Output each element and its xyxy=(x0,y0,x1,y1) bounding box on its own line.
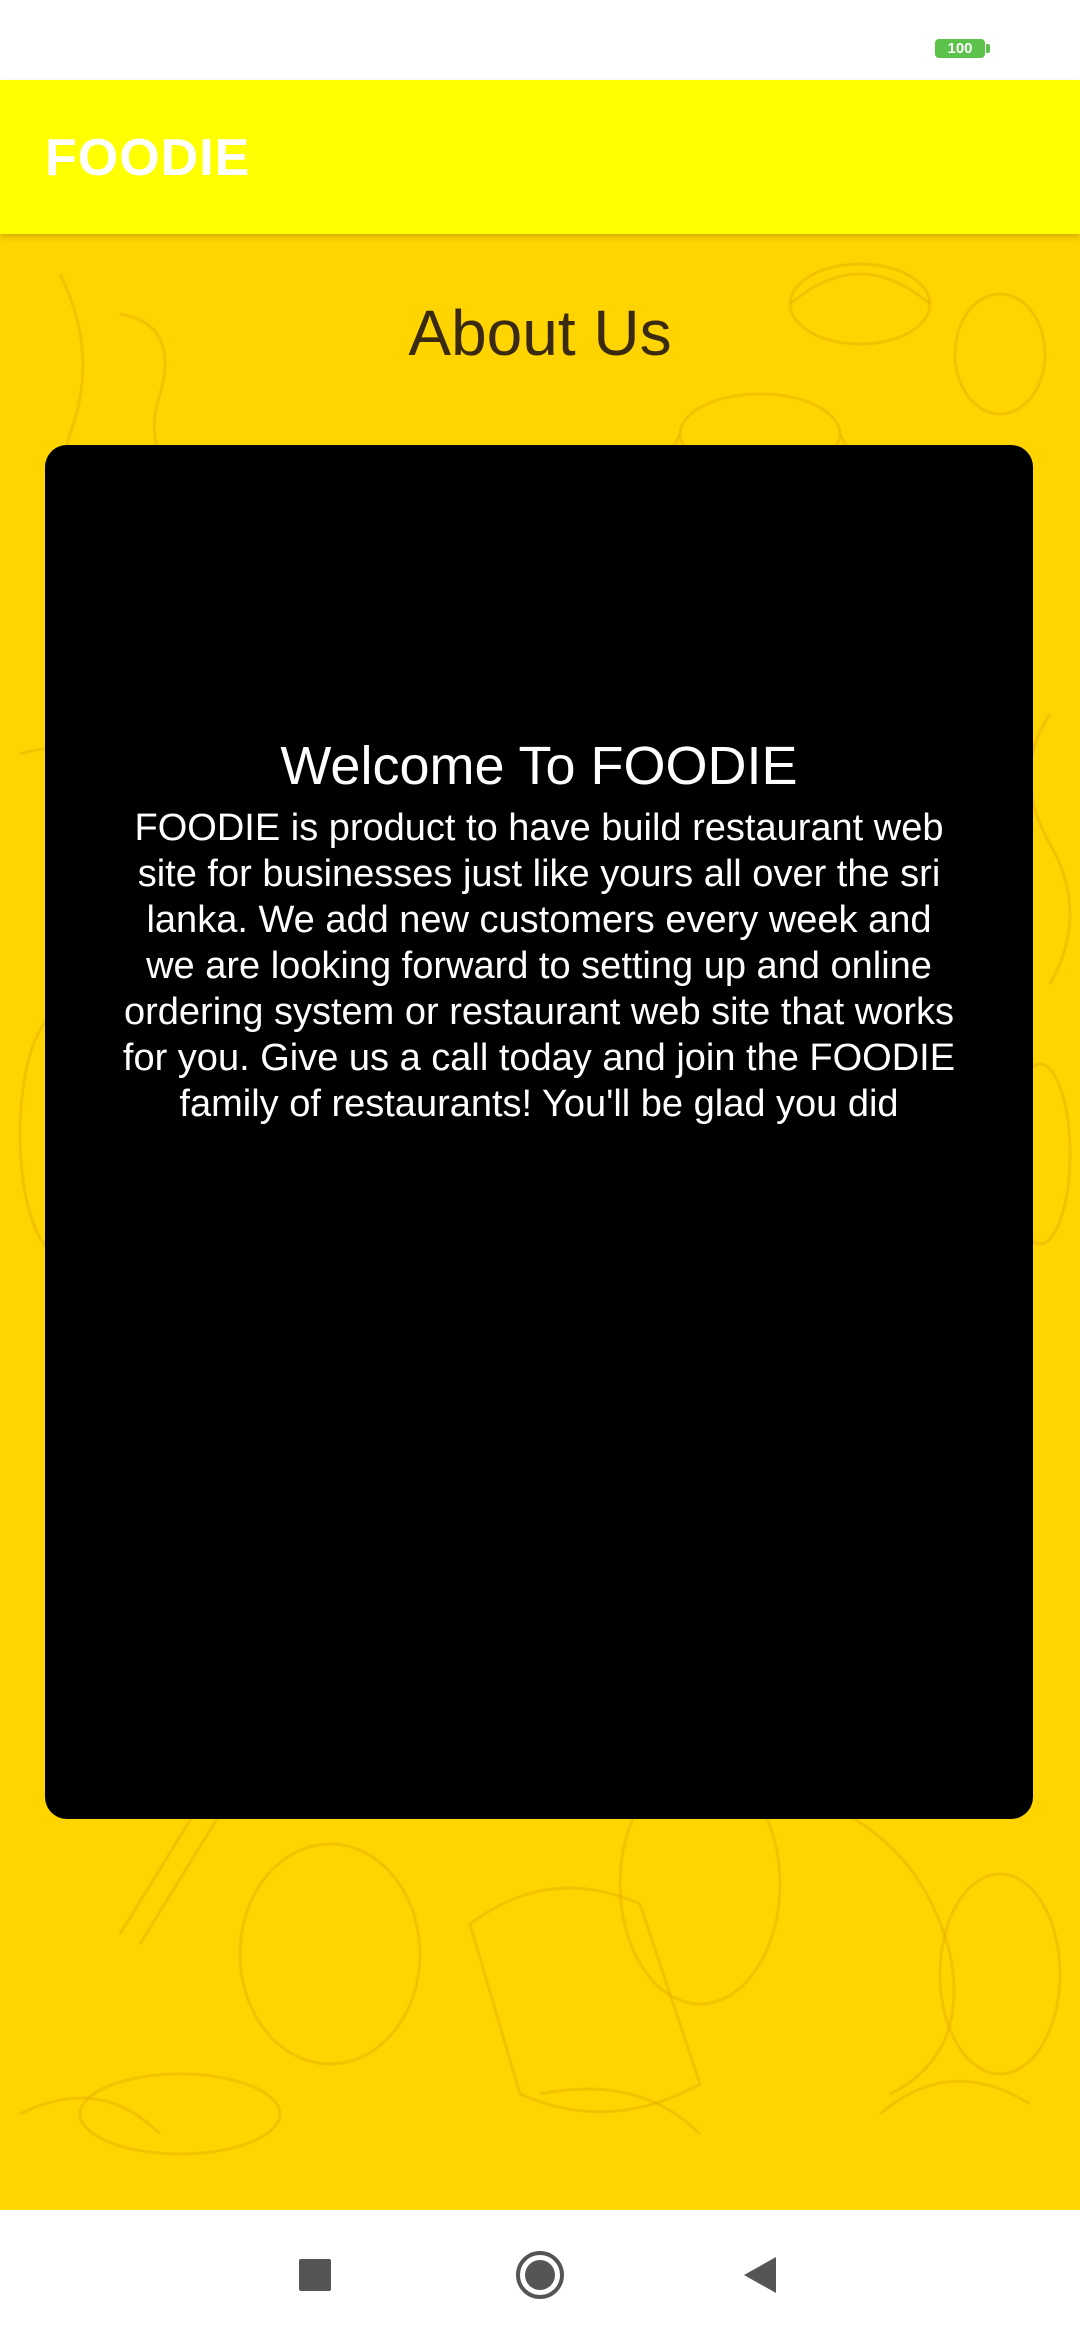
recents-button[interactable] xyxy=(275,2235,355,2315)
square-recents-icon xyxy=(299,2259,331,2291)
circle-home-icon xyxy=(516,2251,564,2299)
back-button[interactable] xyxy=(720,2235,800,2315)
about-card: Welcome To FOODIE FOODIE is product to h… xyxy=(45,445,1033,1819)
card-heading: Welcome To FOODIE xyxy=(280,736,798,796)
app-bar: FOODIE xyxy=(0,80,1080,234)
card-body-text: FOODIE is product to have build restaura… xyxy=(122,807,956,1125)
home-button[interactable] xyxy=(500,2235,580,2315)
app-title: FOODIE xyxy=(45,129,251,187)
battery-icon: 100 xyxy=(935,39,990,58)
battery-level: 100 xyxy=(947,40,973,57)
system-navigation-bar xyxy=(0,2210,1080,2340)
status-bar: 100 xyxy=(0,0,1080,80)
about-us-screen: About Us Welcome To FOODIE FOODIE is pro… xyxy=(0,234,1080,2210)
triangle-back-icon xyxy=(744,2257,776,2293)
page-title: About Us xyxy=(408,297,672,369)
